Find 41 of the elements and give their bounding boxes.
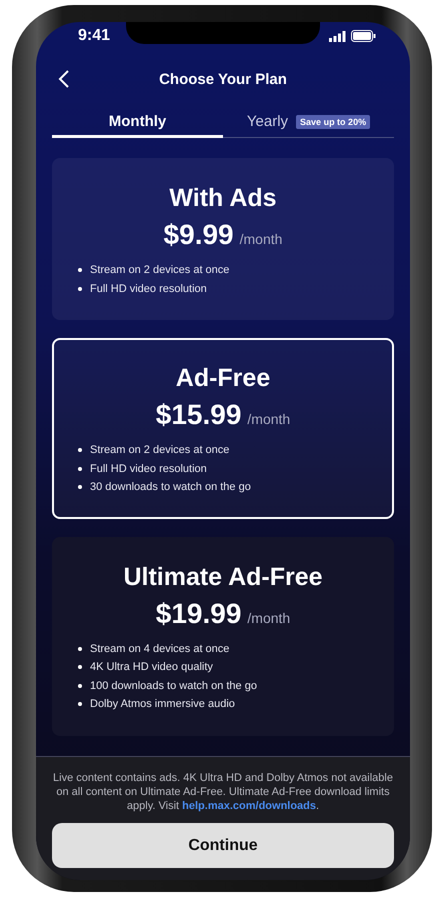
disclaimer-text: Live content contains ads. 4K Ultra HD and Dolby Atmos not available on all content on Ultimate Ad-Free. Ultimate Ad-Free download limits apply. Visit help.max.com/downloads. [52, 771, 394, 813]
signal-icon [329, 30, 346, 42]
plan-card[interactable]: Ultimate Ad-Free $19.99 /month Stream on 4 devices at once 4K Ultra HD video quality 100 downloads to watch on the go Dolby Atmos immersive audio [52, 536, 394, 736]
bullet-icon [78, 665, 82, 670]
price-period: /month [247, 610, 290, 626]
plan-name: Ultimate Ad-Free [123, 562, 323, 592]
bullet-icon [78, 448, 82, 452]
continue-button[interactable]: Continue [52, 823, 394, 868]
plan-feature: Full HD video resolution [90, 282, 207, 296]
bullet-icon [78, 485, 82, 490]
plan-card[interactable]: Ad-Free $15.99 /month Stream on 2 devices at once Full HD video resolution 30 downloads to watch on the go [52, 338, 394, 518]
screen-title: Choose Your Plan [159, 70, 287, 88]
help-link[interactable]: help.max.com/downloads [182, 800, 316, 812]
plan-name: Ad-Free [176, 364, 270, 393]
plan-price: $19.99 [156, 598, 242, 630]
status-time: 9:41 [78, 27, 110, 45]
battery-icon [351, 30, 376, 42]
bullet-icon [78, 702, 82, 706]
plan-tab[interactable]: Yearly Save up to 20% [223, 108, 394, 138]
plan-feature: Dolby Atmos immersive audio [90, 697, 235, 712]
plan-tab[interactable]: Monthly [52, 108, 223, 138]
plan-price: $15.99 [156, 399, 242, 431]
plan-feature: 4K Ultra HD video quality [90, 660, 213, 675]
bullet-icon [78, 684, 82, 688]
bullet-icon [78, 286, 82, 291]
plan-feature: Stream on 2 devices at once [90, 263, 230, 278]
plan-feature: Stream on 4 devices at once [90, 642, 230, 656]
plan-name: With Ads [169, 184, 277, 213]
plan-feature: Full HD video resolution [90, 462, 207, 476]
plan-price: $9.99 [164, 219, 234, 251]
savings-badge: Save up to 20% [296, 114, 370, 128]
bullet-icon [78, 466, 82, 471]
bullet-icon [78, 268, 82, 272]
plan-feature: Stream on 2 devices at once [90, 443, 230, 458]
plan-card[interactable]: With Ads $9.99 /month Stream on 2 devices at once Full HD video resolution [52, 158, 394, 320]
price-period: /month [247, 411, 290, 427]
bullet-icon [78, 646, 82, 651]
plan-feature: 30 downloads to watch on the go [90, 480, 251, 495]
plan-feature: 100 downloads to watch on the go [90, 678, 257, 694]
back-icon[interactable] [58, 69, 70, 89]
price-period: /month [240, 231, 282, 247]
